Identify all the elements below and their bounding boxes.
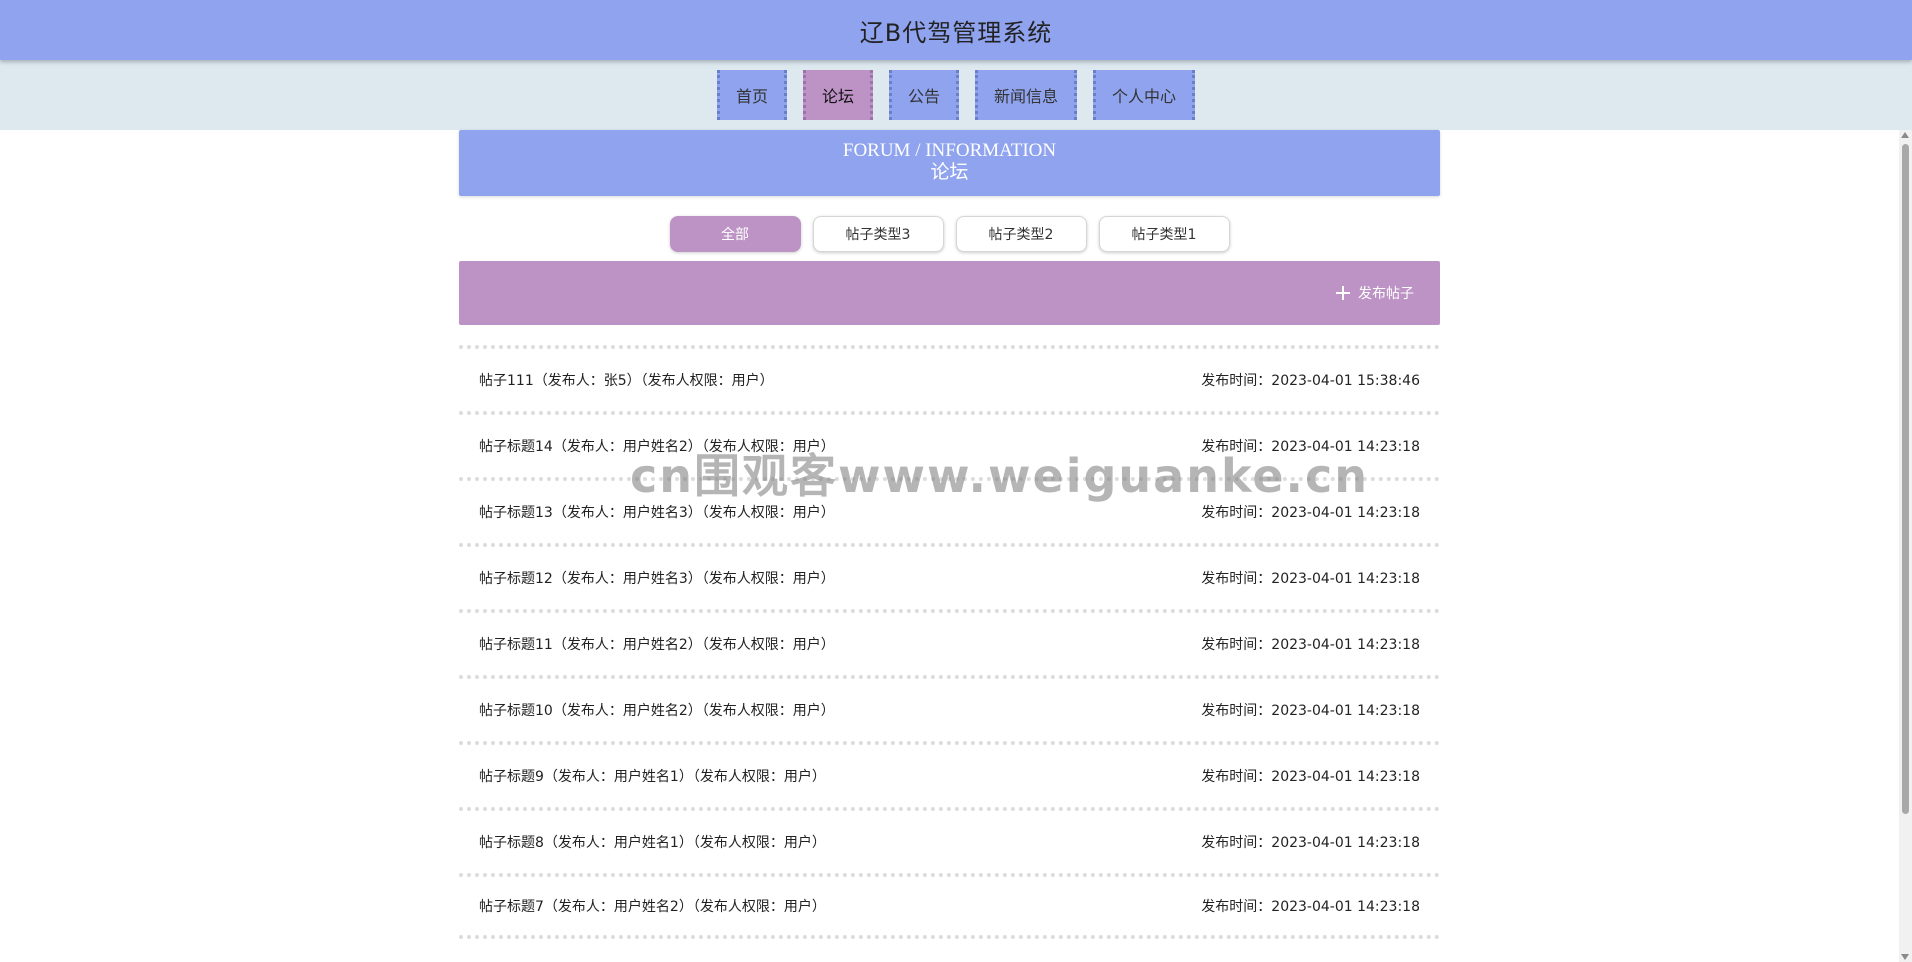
post-title: 帖子111（发布人：张5）（发布人权限：用户） (479, 373, 774, 389)
list-item[interactable]: 帖子标题11（发布人：用户姓名2）（发布人权限：用户） 发布时间：2023-04… (459, 609, 1440, 675)
list-item[interactable]: 帖子标题12（发布人：用户姓名3）（发布人权限：用户） 发布时间：2023-04… (459, 543, 1440, 609)
nav-item-announcement[interactable]: 公告 (888, 70, 959, 120)
list-item[interactable]: 帖子标题8（发布人：用户姓名1）（发布人权限：用户） 发布时间：2023-04-… (459, 807, 1440, 873)
list-item[interactable]: 帖子标题10（发布人：用户姓名2）（发布人权限：用户） 发布时间：2023-04… (459, 675, 1440, 741)
scroll-up-icon[interactable] (1901, 132, 1909, 138)
action-bar: 发布帖子 (459, 261, 1440, 325)
post-time: 发布时间：2023-04-01 14:23:18 (1201, 571, 1420, 587)
main-nav: 首页 论坛 公告 新闻信息 个人中心 (0, 60, 1912, 130)
publish-post-button[interactable]: 发布帖子 (1336, 283, 1414, 303)
list-item[interactable]: 帖子标题14（发布人：用户姓名2）（发布人权限：用户） 发布时间：2023-04… (459, 411, 1440, 477)
post-title: 帖子标题13（发布人：用户姓名3）（发布人权限：用户） (479, 505, 835, 521)
post-time: 发布时间：2023-04-01 14:23:18 (1201, 637, 1420, 653)
post-title: 帖子标题12（发布人：用户姓名3）（发布人权限：用户） (479, 571, 835, 587)
post-title: 帖子标题14（发布人：用户姓名2）（发布人权限：用户） (479, 439, 835, 455)
post-time: 发布时间：2023-04-01 14:23:18 (1201, 703, 1420, 719)
post-time: 发布时间：2023-04-01 15:38:46 (1201, 373, 1420, 389)
post-title: 帖子标题8（发布人：用户姓名1）（发布人权限：用户） (479, 835, 826, 851)
list-item[interactable]: 帖子111（发布人：张5）（发布人权限：用户） 发布时间：2023-04-01 … (459, 345, 1440, 411)
filter-type2-button[interactable]: 帖子类型2 (955, 216, 1087, 252)
page-scrollbar[interactable] (1899, 130, 1912, 962)
section-banner: FORUM / INFORMATION 论坛 (459, 130, 1440, 196)
filter-type1-button[interactable]: 帖子类型1 (1098, 216, 1230, 252)
nav-item-news[interactable]: 新闻信息 (975, 70, 1078, 120)
app-header: 辽B代驾管理系统 (0, 0, 1912, 60)
post-title: 帖子标题10（发布人：用户姓名2）（发布人权限：用户） (479, 703, 835, 719)
post-list: 帖子111（发布人：张5）（发布人权限：用户） 发布时间：2023-04-01 … (459, 345, 1440, 939)
nav-item-forum[interactable]: 论坛 (802, 70, 873, 120)
scroll-down-icon[interactable] (1901, 954, 1909, 960)
list-item[interactable]: 帖子标题13（发布人：用户姓名3）（发布人权限：用户） 发布时间：2023-04… (459, 477, 1440, 543)
post-time: 发布时间：2023-04-01 14:23:18 (1201, 505, 1420, 521)
banner-title-cn: 论坛 (930, 162, 969, 183)
filter-all-button[interactable]: 全部 (669, 216, 801, 252)
scroll-thumb[interactable] (1902, 144, 1909, 814)
publish-post-label: 发布帖子 (1358, 286, 1414, 302)
category-filters: 全部 帖子类型3 帖子类型2 帖子类型1 (459, 216, 1440, 252)
post-time: 发布时间：2023-04-01 14:23:18 (1201, 439, 1420, 455)
nav-item-profile[interactable]: 个人中心 (1093, 70, 1196, 120)
post-time: 发布时间：2023-04-01 14:23:18 (1201, 899, 1420, 915)
post-time: 发布时间：2023-04-01 14:23:18 (1201, 769, 1420, 785)
main-content: FORUM / INFORMATION 论坛 全部 帖子类型3 帖子类型2 帖子… (459, 130, 1440, 939)
plus-icon (1336, 286, 1350, 300)
nav-item-home[interactable]: 首页 (716, 70, 787, 120)
banner-title-en: FORUM / INFORMATION (842, 140, 1057, 161)
post-time: 发布时间：2023-04-01 14:23:18 (1201, 835, 1420, 851)
post-title: 帖子标题11（发布人：用户姓名2）（发布人权限：用户） (479, 637, 835, 653)
filter-type3-button[interactable]: 帖子类型3 (812, 216, 944, 252)
post-title: 帖子标题9（发布人：用户姓名1）（发布人权限：用户） (479, 769, 826, 785)
list-item[interactable]: 帖子标题7（发布人：用户姓名2）（发布人权限：用户） 发布时间：2023-04-… (459, 873, 1440, 939)
list-item[interactable]: 帖子标题9（发布人：用户姓名1）（发布人权限：用户） 发布时间：2023-04-… (459, 741, 1440, 807)
post-title: 帖子标题7（发布人：用户姓名2）（发布人权限：用户） (479, 899, 826, 915)
app-title: 辽B代驾管理系统 (859, 18, 1053, 47)
